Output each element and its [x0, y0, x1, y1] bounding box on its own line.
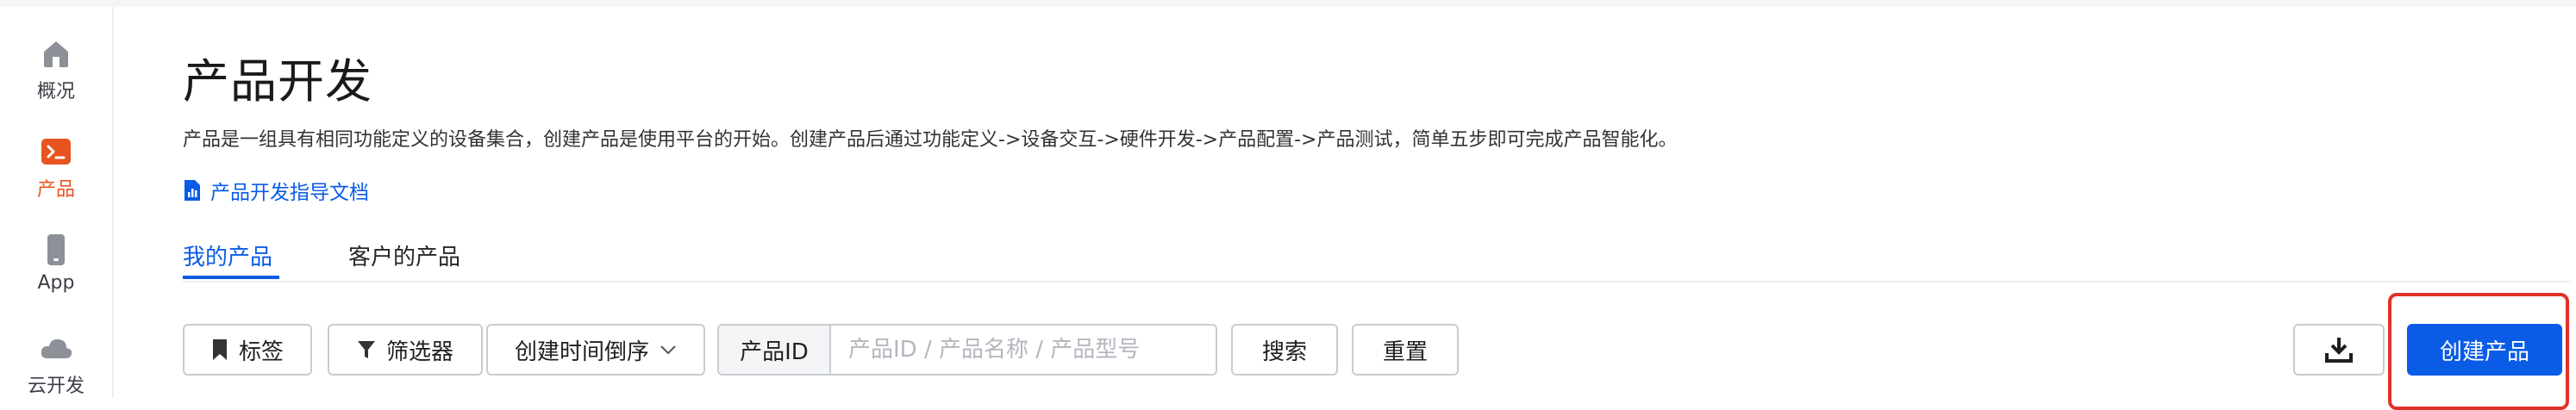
tag-button-label: 标签 [238, 339, 284, 365]
sidebar-item-label: App [37, 272, 75, 294]
filter-button-label: 筛选器 [385, 339, 453, 365]
product-dev-guide-link[interactable]: 产品开发指导文档 [183, 176, 369, 205]
tab-my-products[interactable]: 我的产品 [183, 239, 272, 271]
home-icon [44, 41, 68, 67]
sidebar-item-label: 云开发 [27, 376, 84, 397]
filter-button[interactable]: 筛选器 [328, 324, 483, 376]
sort-select-value: 创建时间倒序 [514, 339, 649, 365]
download-icon [2325, 338, 2353, 363]
sidebar-item-app[interactable]: App [0, 233, 112, 294]
product-toolbar: 标签 筛选器 创建时间倒序 产品ID 搜索 重置 创建产品 [183, 293, 2571, 410]
product-tabs: 我的产品 客户的产品 [183, 233, 2571, 283]
chevron-down-icon [660, 345, 676, 355]
filter-icon [357, 341, 375, 358]
doc-link-label: 产品开发指导文档 [210, 182, 369, 204]
cloud-icon [41, 339, 72, 358]
tag-button[interactable]: 标签 [183, 324, 312, 376]
sidebar-item-cloud-dev[interactable]: 云开发 [0, 331, 112, 398]
download-button[interactable] [2293, 324, 2385, 376]
terminal-icon [41, 139, 71, 165]
page-title: 产品开发 [183, 54, 372, 109]
sidebar-item-label: 产品 [36, 179, 75, 201]
active-tab-indicator [183, 276, 279, 279]
page-description: 产品是一组具有相同功能定义的设备集合，创建产品是使用平台的开始。创建产品后通过功… [183, 129, 1678, 151]
sidebar-item-products[interactable]: 产品 [0, 134, 112, 202]
tab-customer-products[interactable]: 客户的产品 [348, 239, 460, 271]
search-input[interactable] [831, 326, 1216, 374]
phone-icon [47, 234, 65, 265]
search-field-label: 产品ID [719, 326, 831, 374]
sidebar: 概况 产品 App 云开发 [0, 7, 114, 398]
create-product-button[interactable]: 创建产品 [2407, 324, 2562, 376]
bookmark-icon [212, 339, 227, 360]
sidebar-item-overview[interactable]: 概况 [0, 36, 112, 103]
tabs-divider [183, 281, 2571, 283]
product-search-field: 产品ID [717, 324, 1217, 376]
sort-select[interactable]: 创建时间倒序 [486, 324, 705, 376]
reset-button[interactable]: 重置 [1352, 324, 1459, 376]
sidebar-item-label: 概况 [36, 81, 75, 102]
document-chart-icon [184, 180, 200, 201]
search-button[interactable]: 搜索 [1231, 324, 1338, 376]
main-content: 产品开发 产品是一组具有相同功能定义的设备集合，创建产品是使用平台的开始。创建产… [183, 0, 2571, 410]
